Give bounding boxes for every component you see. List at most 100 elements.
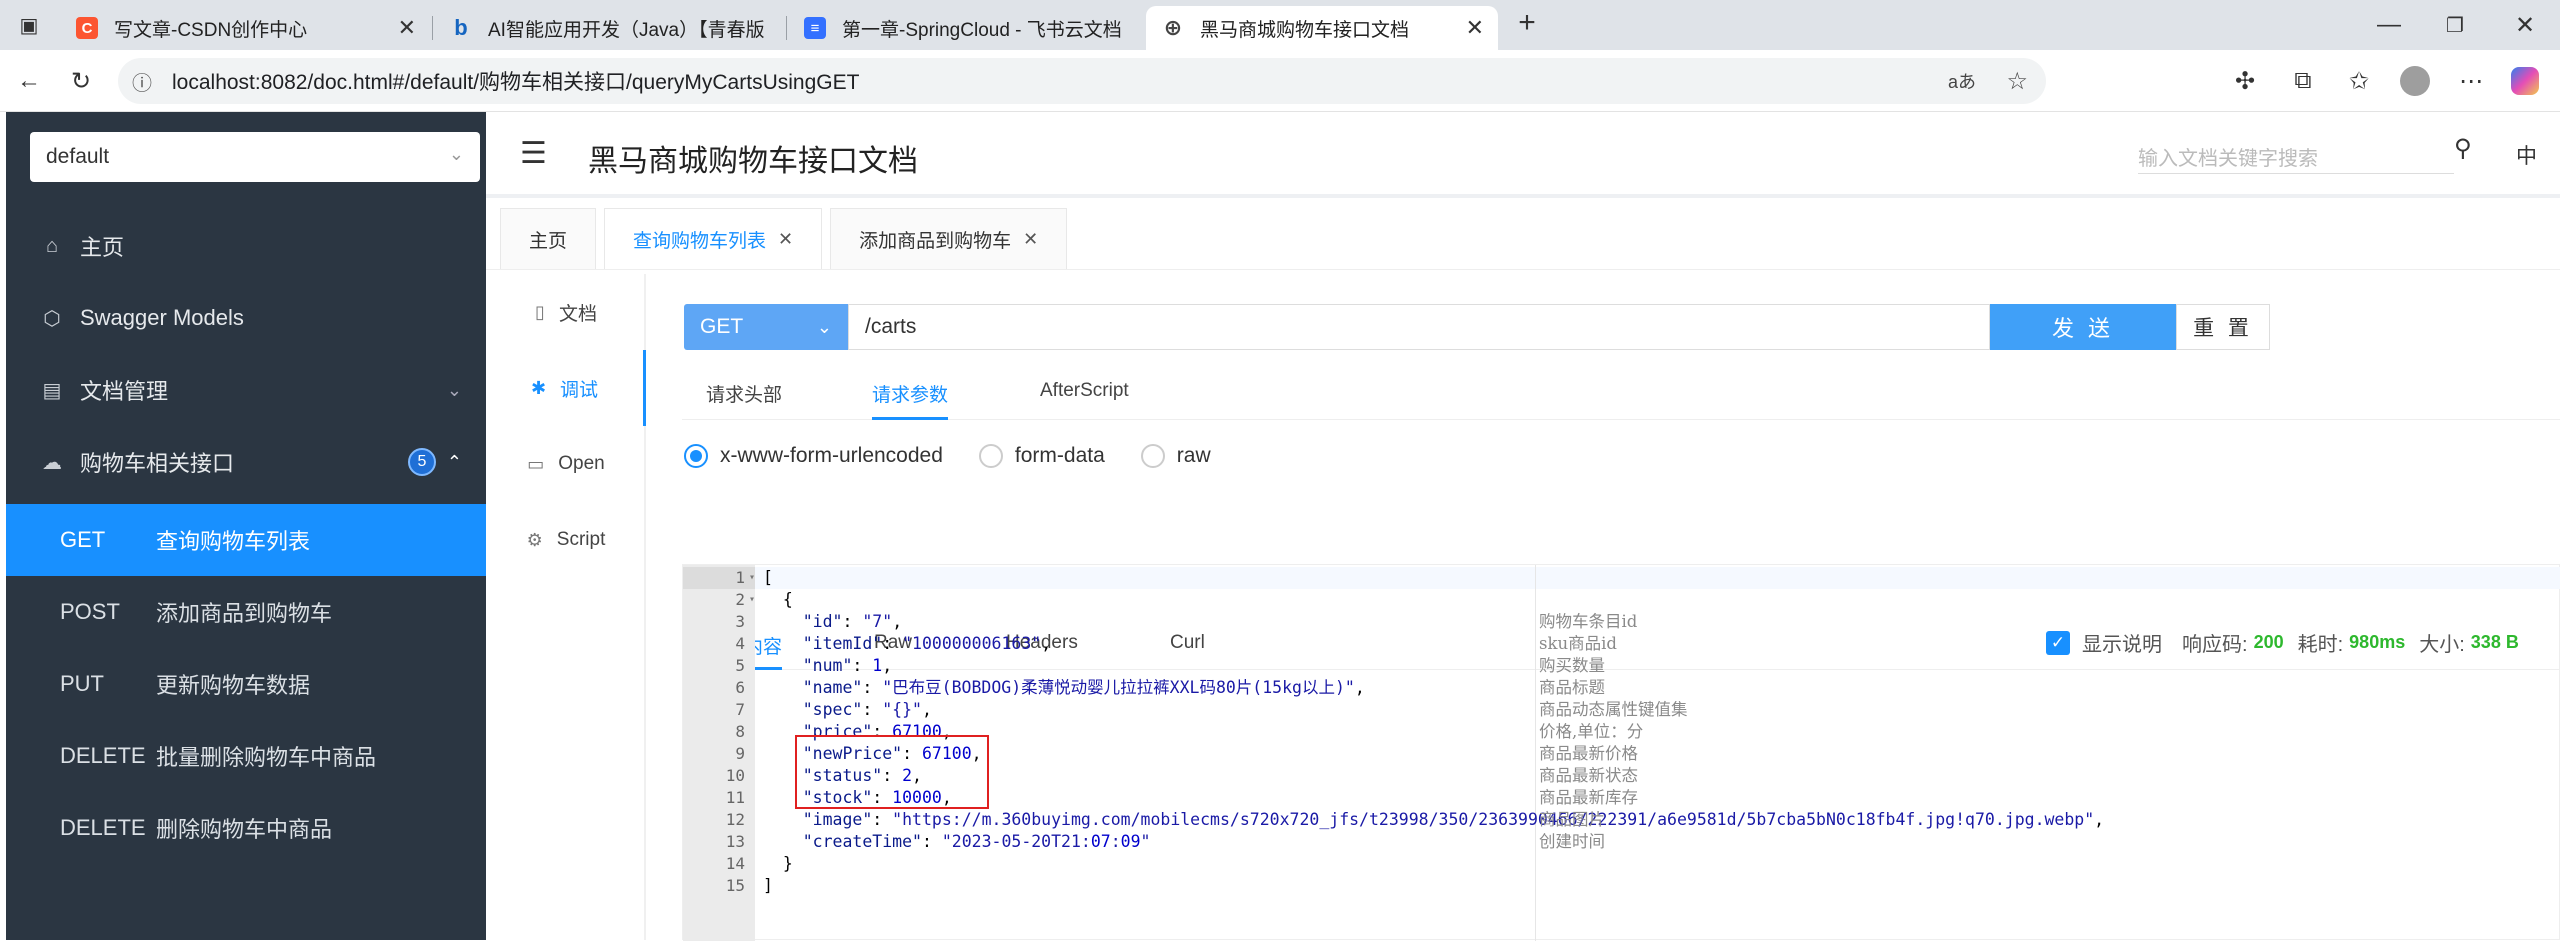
globe-icon: ⊕: [1163, 15, 1183, 40]
code-line: [: [763, 568, 773, 587]
endpoint-put-cart[interactable]: PUT 更新购物车数据: [6, 648, 486, 720]
back-icon[interactable]: ←: [12, 64, 46, 98]
close-tab-icon[interactable]: ✕: [398, 15, 416, 41]
tab-actions-icon[interactable]: ▣: [12, 8, 46, 42]
csdn-icon: C: [76, 17, 98, 39]
sidebar-item-home[interactable]: ⌂ 主页: [6, 210, 486, 282]
line-number: 5: [735, 656, 745, 675]
field-description: 商品动态属性键值集: [1539, 700, 1688, 719]
home-icon: ⌂: [45, 234, 59, 257]
bing-icon: b: [454, 15, 468, 40]
close-tab-icon[interactable]: ✕: [1466, 15, 1484, 41]
close-icon[interactable]: ✕: [1023, 229, 1038, 250]
group-select[interactable]: default ⌄: [30, 132, 480, 182]
browser-tab-feishu[interactable]: ≡ 第一章-SpringCloud - 飞书云文档: [788, 6, 1144, 50]
tab-separator: [786, 16, 787, 40]
fold-caret-icon[interactable]: ▾: [683, 567, 755, 589]
search-icon[interactable]: ⚲: [2454, 134, 2472, 163]
nav-debug[interactable]: ✱ 调试: [486, 350, 646, 426]
path-input[interactable]: /carts: [848, 304, 1990, 350]
request-tabs: 请求头部 请求参数 AfterScript: [682, 364, 2560, 420]
endpoint-label: 添加商品到购物车: [156, 601, 333, 626]
url-field[interactable]: ⓘ localhost:8082/doc.html#/default/购物车相关…: [118, 58, 2046, 104]
folder-icon: ▤: [42, 379, 62, 402]
method-select[interactable]: GET ⌄: [684, 304, 848, 350]
favorites-icon[interactable]: ✩: [2342, 64, 2376, 98]
sidebar-item-cart-apis[interactable]: ☁ 购物车相关接口 5 ⌃: [6, 426, 486, 498]
page-tabs: 主页 查询购物车列表 ✕ 添加商品到购物车 ✕: [500, 208, 1075, 270]
radio-raw[interactable]: [1140, 444, 1165, 468]
browser-tab-csdn[interactable]: C 写文章-CSDN创作中心 ✕: [60, 6, 430, 50]
field-description: 商品最新库存: [1539, 788, 1638, 807]
reset-button[interactable]: 重 置: [2176, 304, 2270, 350]
sidebar-item-label: 购物车相关接口: [80, 451, 235, 476]
page-title: 黑马商城购物车接口文档: [588, 145, 918, 178]
send-button[interactable]: 发 送: [1990, 304, 2176, 350]
radio-urlencoded[interactable]: [684, 444, 708, 468]
code-line: "id": "7",: [802, 612, 903, 631]
sidebar-item-swagger-models[interactable]: ⬡ Swagger Models: [6, 282, 486, 354]
browser-tab-active[interactable]: ⊕ 黑马商城购物车接口文档 ✕: [1146, 6, 1498, 50]
doc-search-input[interactable]: 输入文档关键字搜索: [2138, 134, 2454, 174]
favorite-star-icon[interactable]: ☆: [2006, 67, 2028, 96]
endpoint-post-cart[interactable]: POST 添加商品到购物车: [6, 576, 486, 648]
fold-caret-icon[interactable]: ▾: [683, 589, 755, 611]
browser-tab-ai-course[interactable]: b AI智能应用开发（Java）【青春版: [434, 6, 784, 50]
copilot-icon[interactable]: [2508, 64, 2542, 98]
group-select-value: default: [46, 145, 110, 168]
field-description: 创建时间: [1539, 832, 1605, 851]
collapse-menu-icon[interactable]: ☰: [520, 136, 547, 171]
restore-icon[interactable]: ❐: [2438, 8, 2472, 42]
nav-label: Script: [556, 529, 606, 550]
tab-afterscript[interactable]: AfterScript: [1040, 380, 1129, 402]
url-text: localhost:8082/doc.html#/default/购物车相关接口…: [172, 71, 860, 94]
line-number: 3: [735, 612, 745, 631]
tab-title: 写文章-CSDN创作中心: [114, 19, 308, 41]
endpoint-label: 更新购物车数据: [156, 673, 311, 698]
tab-query-carts[interactable]: 查询购物车列表 ✕: [604, 208, 823, 270]
tab-title: 第一章-SpringCloud - 飞书云文档: [842, 19, 1122, 41]
tab-request-params[interactable]: 请求参数: [872, 380, 949, 420]
close-icon[interactable]: ✕: [778, 229, 793, 250]
line-number: 9: [735, 744, 745, 763]
refresh-icon[interactable]: ↻: [64, 64, 98, 98]
nav-label: 调试: [560, 379, 599, 401]
language-toggle[interactable]: 中: [2516, 140, 2537, 170]
chevron-up-icon: ⌃: [446, 451, 462, 472]
main-content: ☰ 黑马商城购物车接口文档 输入文档关键字搜索 ⚲ 中 主页 查询购物车列表 ✕ …: [486, 112, 2560, 941]
sidebar-item-doc-management[interactable]: ▤ 文档管理 ⌄: [6, 354, 486, 426]
read-aloud-icon[interactable]: aあ: [1948, 68, 1976, 94]
nav-open[interactable]: ▭ Open: [486, 426, 646, 502]
profile-icon[interactable]: [2398, 64, 2432, 98]
tab-add-cart[interactable]: 添加商品到购物车 ✕: [830, 208, 1068, 270]
tabs-divider: [486, 269, 2560, 270]
tab-home[interactable]: 主页: [500, 208, 597, 270]
print-margin: [1535, 565, 1536, 941]
split-screen-icon[interactable]: ⧉: [2286, 64, 2320, 98]
endpoint-batch-delete[interactable]: DELETE 批量删除购物车中商品: [6, 720, 486, 792]
site-info-icon[interactable]: ⓘ: [132, 67, 152, 96]
http-method: PUT: [60, 671, 104, 696]
new-tab-icon[interactable]: +: [1510, 6, 1544, 40]
content-type-radios: x-www-form-urlencoded form-data raw: [684, 444, 1211, 468]
endpoint-get-carts[interactable]: GET 查询购物车列表: [6, 504, 486, 576]
window-close-icon[interactable]: ✕: [2508, 8, 2542, 42]
radio-form-data[interactable]: [978, 444, 1003, 468]
line-number: 14: [725, 854, 745, 873]
method-value: GET: [700, 315, 744, 338]
code-line: "spec": "{}",: [802, 700, 932, 719]
extensions-icon[interactable]: ✣: [2228, 64, 2262, 98]
field-description: 商品标题: [1539, 678, 1605, 697]
doc-header: ☰ 黑马商城购物车接口文档 输入文档关键字搜索 ⚲ 中: [486, 112, 2560, 198]
field-description: 商品图片: [1539, 810, 1605, 829]
minimize-icon[interactable]: —: [2372, 8, 2406, 42]
code-line: "name": "巴布豆(BOBDOG)柔薄悦动婴儿拉拉裤XXL码80片(15k…: [802, 678, 1365, 697]
chevron-down-icon: ⌄: [448, 144, 464, 164]
more-menu-icon[interactable]: ⋯: [2454, 64, 2488, 98]
endpoint-delete[interactable]: DELETE 删除购物车中商品: [6, 792, 486, 864]
nav-script[interactable]: ⚙ Script: [486, 502, 646, 578]
tab-request-headers[interactable]: 请求头部: [706, 380, 782, 407]
field-description: sku商品id: [1539, 634, 1617, 653]
nav-doc[interactable]: ▯ 文档: [486, 274, 646, 350]
response-editor[interactable]: 1 ▾[2 ▾ {3 "id": "7", 购物车条目id 4 "itemId": "1…: [682, 564, 2560, 941]
